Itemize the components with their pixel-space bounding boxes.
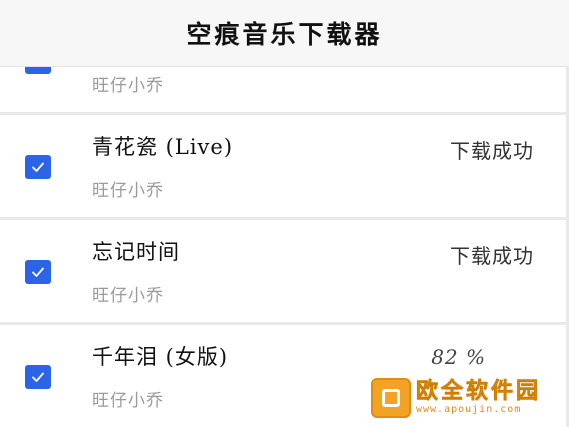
download-progress: 82 % <box>431 345 486 369</box>
check-icon <box>32 267 44 277</box>
song-checkbox[interactable] <box>25 365 51 389</box>
song-checkbox[interactable] <box>25 155 51 179</box>
watermark-url: www.apoujin.com <box>416 404 522 415</box>
watermark: 欧全软件园 www.apoujin.com <box>371 376 563 420</box>
check-icon <box>32 372 44 382</box>
download-status: 下载成功 <box>450 244 534 268</box>
song-row[interactable]: 青花瓷 (Live) 旺仔小乔 下载成功 <box>0 115 566 217</box>
check-icon <box>32 162 44 172</box>
song-title: 忘记时间 <box>92 240 180 264</box>
song-artist: 旺仔小乔 <box>92 76 164 96</box>
song-title: 千年泪 (女版) <box>92 345 229 369</box>
song-checkbox[interactable] <box>25 260 51 284</box>
song-title: 青花瓷 (Live) <box>92 135 234 159</box>
app-header: 空痕音乐下载器 <box>0 0 569 67</box>
song-artist: 旺仔小乔 <box>92 391 164 411</box>
song-row[interactable]: 忘记时间 旺仔小乔 下载成功 <box>0 220 566 322</box>
watermark-logo-icon <box>371 378 411 418</box>
download-status: 下载成功 <box>450 139 534 163</box>
watermark-name: 欧全软件园 <box>416 379 542 404</box>
app-title: 空痕音乐下载器 <box>186 20 383 49</box>
song-artist: 旺仔小乔 <box>92 286 164 306</box>
song-artist: 旺仔小乔 <box>92 181 164 201</box>
